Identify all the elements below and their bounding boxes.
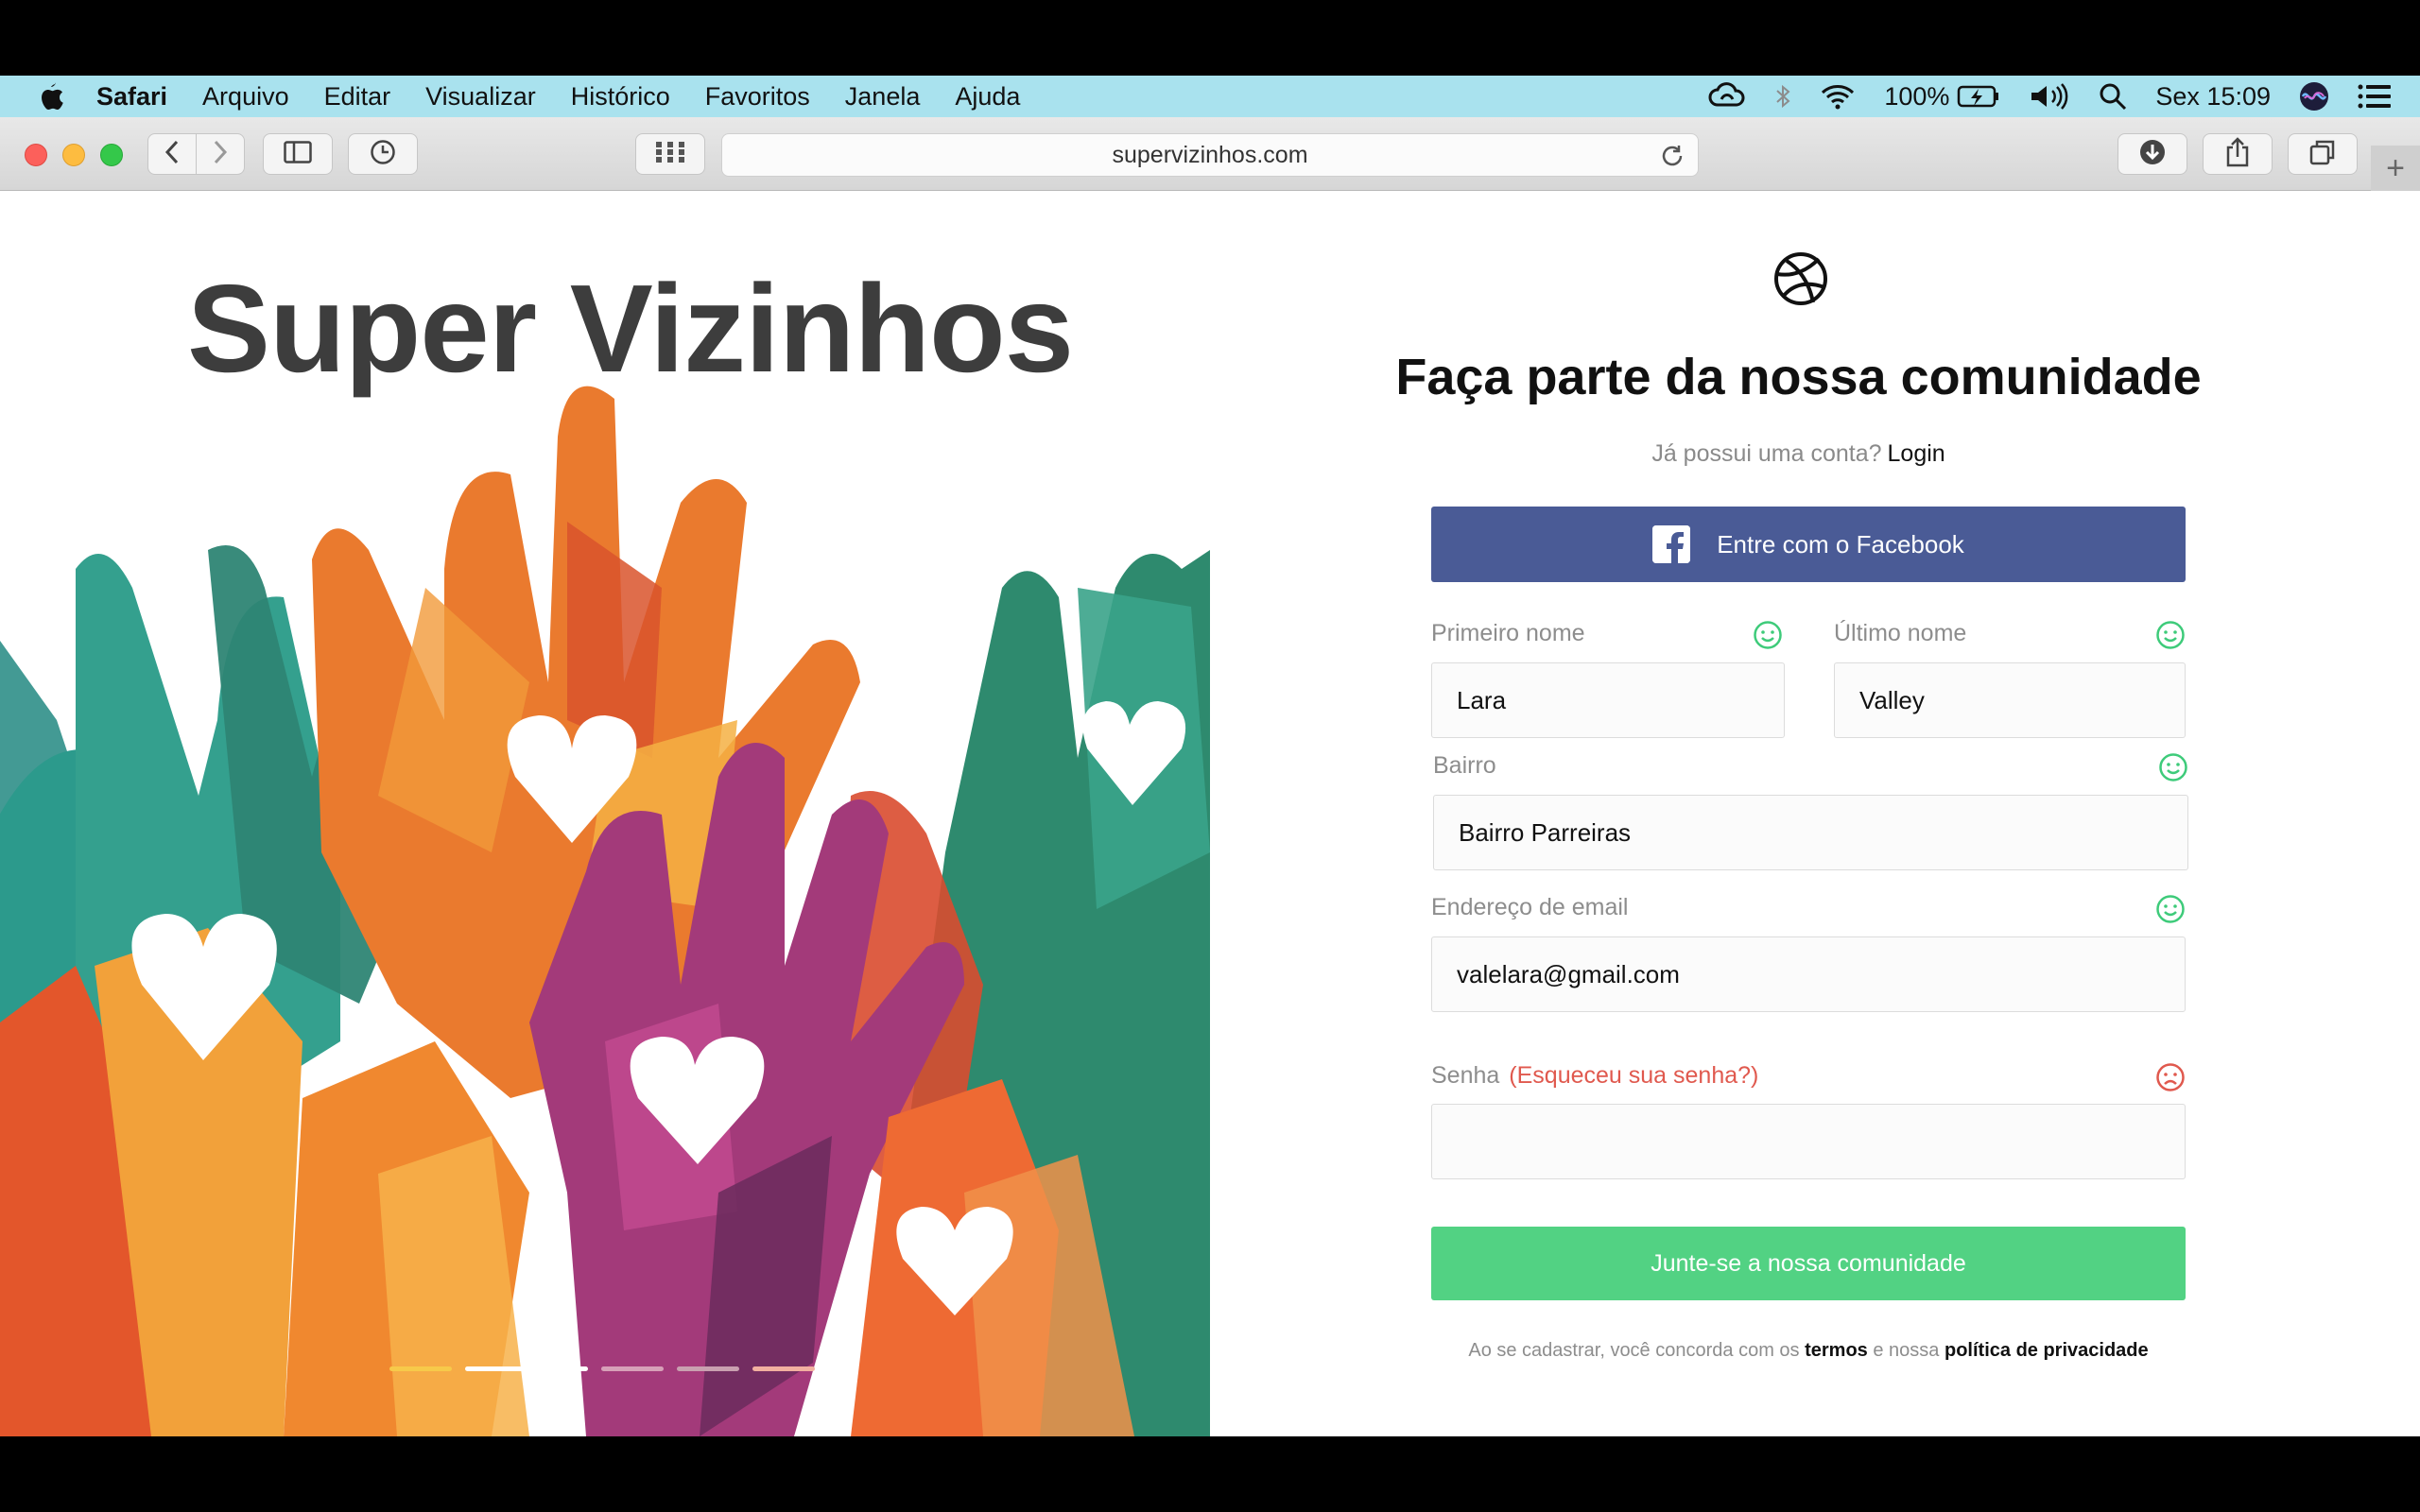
- neighborhood-input[interactable]: Bairro Parreiras: [1433, 795, 2188, 870]
- sidebar-icon: [284, 140, 312, 168]
- dribbble-logo-icon: [1773, 251, 1828, 311]
- forgot-password-link[interactable]: (Esqueceu sua senha?): [1509, 1062, 1758, 1089]
- email-value: valelara@gmail.com: [1457, 959, 1680, 988]
- forward-button[interactable]: [196, 133, 245, 175]
- carousel-dot-4[interactable]: [677, 1366, 739, 1371]
- carousel-dot-2-active[interactable]: [465, 1366, 588, 1371]
- page-title: Faça parte da nossa comunidade: [1395, 349, 2202, 405]
- menu-app-name[interactable]: Safari: [96, 82, 167, 112]
- siri-icon[interactable]: [2299, 81, 2329, 112]
- terms-notice: Ao se cadastrar, você concorda com os te…: [1431, 1340, 2186, 1362]
- last-name-value: Valley: [1859, 685, 1925, 714]
- history-icon: [370, 139, 396, 170]
- neighborhood-value: Bairro Parreiras: [1459, 817, 1632, 847]
- password-input[interactable]: [1431, 1104, 2186, 1179]
- email-label: Endereço de email: [1431, 894, 1629, 920]
- tabs-overview-icon: [2309, 139, 2336, 170]
- history-button[interactable]: [348, 133, 418, 175]
- web-page: Super Vizinhos Faça parte da nossa comun…: [0, 191, 2420, 1436]
- menu-favoritos[interactable]: Favoritos: [705, 82, 810, 112]
- browser-toolbar: supervizinhos.com +: [0, 117, 2420, 191]
- address-bar[interactable]: supervizinhos.com: [721, 133, 1699, 177]
- clock[interactable]: Sex 15:09: [2155, 82, 2271, 112]
- menu-bar: Safari Arquivo Editar Visualizar Históri…: [0, 76, 2420, 117]
- menu-arquivo[interactable]: Arquivo: [202, 82, 289, 112]
- first-name-valid-smiley-icon: [1753, 620, 1783, 650]
- menu-ajuda[interactable]: Ajuda: [955, 82, 1020, 112]
- sidebar-button[interactable]: [263, 133, 333, 175]
- battery-icon[interactable]: [1957, 84, 2000, 109]
- has-account-text: Já possui uma conta?: [1651, 440, 1882, 467]
- menu-editar[interactable]: Editar: [324, 82, 391, 112]
- downloads-button[interactable]: [2118, 133, 2187, 175]
- join-button-label: Junte-se a nossa comunidade: [1651, 1249, 1966, 1277]
- neighborhood-valid-smiley-icon: [2158, 752, 2188, 782]
- top-sites-icon: [656, 141, 684, 167]
- zoom-window-button[interactable]: [100, 144, 123, 166]
- spotlight-icon[interactable]: [2099, 82, 2127, 111]
- back-button[interactable]: [147, 133, 197, 175]
- facebook-icon: [1652, 525, 1691, 563]
- last-name-label: Último nome: [1834, 620, 1967, 646]
- join-community-button[interactable]: Junte-se a nossa comunidade: [1431, 1227, 2186, 1300]
- new-tab-button[interactable]: +: [2371, 146, 2420, 191]
- privacy-policy-link[interactable]: política de privacidade: [1945, 1340, 2149, 1361]
- new-tab-icon: +: [2386, 149, 2405, 186]
- terms-mid: e nossa: [1873, 1340, 1940, 1361]
- tabs-overview-button[interactable]: [2288, 133, 2358, 175]
- carousel-dot-5[interactable]: [752, 1366, 815, 1371]
- email-valid-smiley-icon: [2155, 894, 2186, 924]
- password-invalid-sad-icon: [2155, 1062, 2186, 1092]
- login-link[interactable]: Login: [1888, 440, 1945, 467]
- creative-cloud-icon[interactable]: [1708, 82, 1746, 111]
- email-input[interactable]: valelara@gmail.com: [1431, 936, 2186, 1012]
- first-name-label: Primeiro nome: [1431, 620, 1585, 646]
- back-icon: [164, 140, 181, 169]
- apple-icon[interactable]: [38, 81, 64, 112]
- hero-title: Super Vizinhos: [187, 259, 1074, 398]
- password-label: Senha: [1431, 1062, 1500, 1089]
- menu-janela[interactable]: Janela: [845, 82, 921, 112]
- password-label-row: Senha (Esqueceu sua senha?): [1431, 1062, 1758, 1090]
- last-name-valid-smiley-icon: [2155, 620, 2186, 650]
- volume-icon[interactable]: [2029, 82, 2070, 111]
- signup-panel: Faça parte da nossa comunidade Já possui…: [1210, 191, 2420, 1436]
- facebook-login-button[interactable]: Entre com o Facebook: [1431, 507, 2186, 582]
- share-icon: [2225, 136, 2250, 172]
- close-window-button[interactable]: [25, 144, 47, 166]
- forward-icon: [212, 140, 229, 169]
- status-area: 100% Sex 15:09: [1708, 76, 2420, 117]
- last-name-input[interactable]: Valley: [1834, 662, 2186, 738]
- battery-percent: 100%: [1884, 81, 1950, 111]
- downloads-icon: [2138, 138, 2167, 171]
- first-name-value: Lara: [1457, 685, 1507, 714]
- facebook-button-label: Entre com o Facebook: [1717, 529, 1964, 558]
- first-name-input[interactable]: Lara: [1431, 662, 1785, 738]
- top-sites-button[interactable]: [635, 133, 705, 175]
- notification-center-icon[interactable]: [2358, 84, 2392, 109]
- login-prompt: Já possui uma conta? Login: [1210, 440, 2387, 468]
- terms-link[interactable]: termos: [1805, 1340, 1868, 1361]
- carousel-dot-3[interactable]: [601, 1366, 664, 1371]
- minimize-window-button[interactable]: [62, 144, 85, 166]
- reload-icon[interactable]: [1660, 144, 1685, 175]
- hero-illustration: Super Vizinhos: [0, 191, 1210, 1436]
- terms-prefix: Ao se cadastrar, você concorda com os: [1468, 1340, 1800, 1361]
- carousel-dot-1[interactable]: [389, 1366, 452, 1371]
- screen: Safari Arquivo Editar Visualizar Históri…: [0, 0, 2420, 1512]
- carousel-indicator: [389, 1366, 828, 1372]
- share-button[interactable]: [2203, 133, 2273, 175]
- bluetooth-icon[interactable]: [1774, 82, 1791, 111]
- wifi-icon[interactable]: [1820, 82, 1856, 111]
- neighborhood-label: Bairro: [1433, 752, 1496, 779]
- url-text: supervizinhos.com: [1112, 141, 1308, 168]
- menu-visualizar[interactable]: Visualizar: [425, 82, 536, 112]
- menu-historico[interactable]: Histórico: [571, 82, 670, 112]
